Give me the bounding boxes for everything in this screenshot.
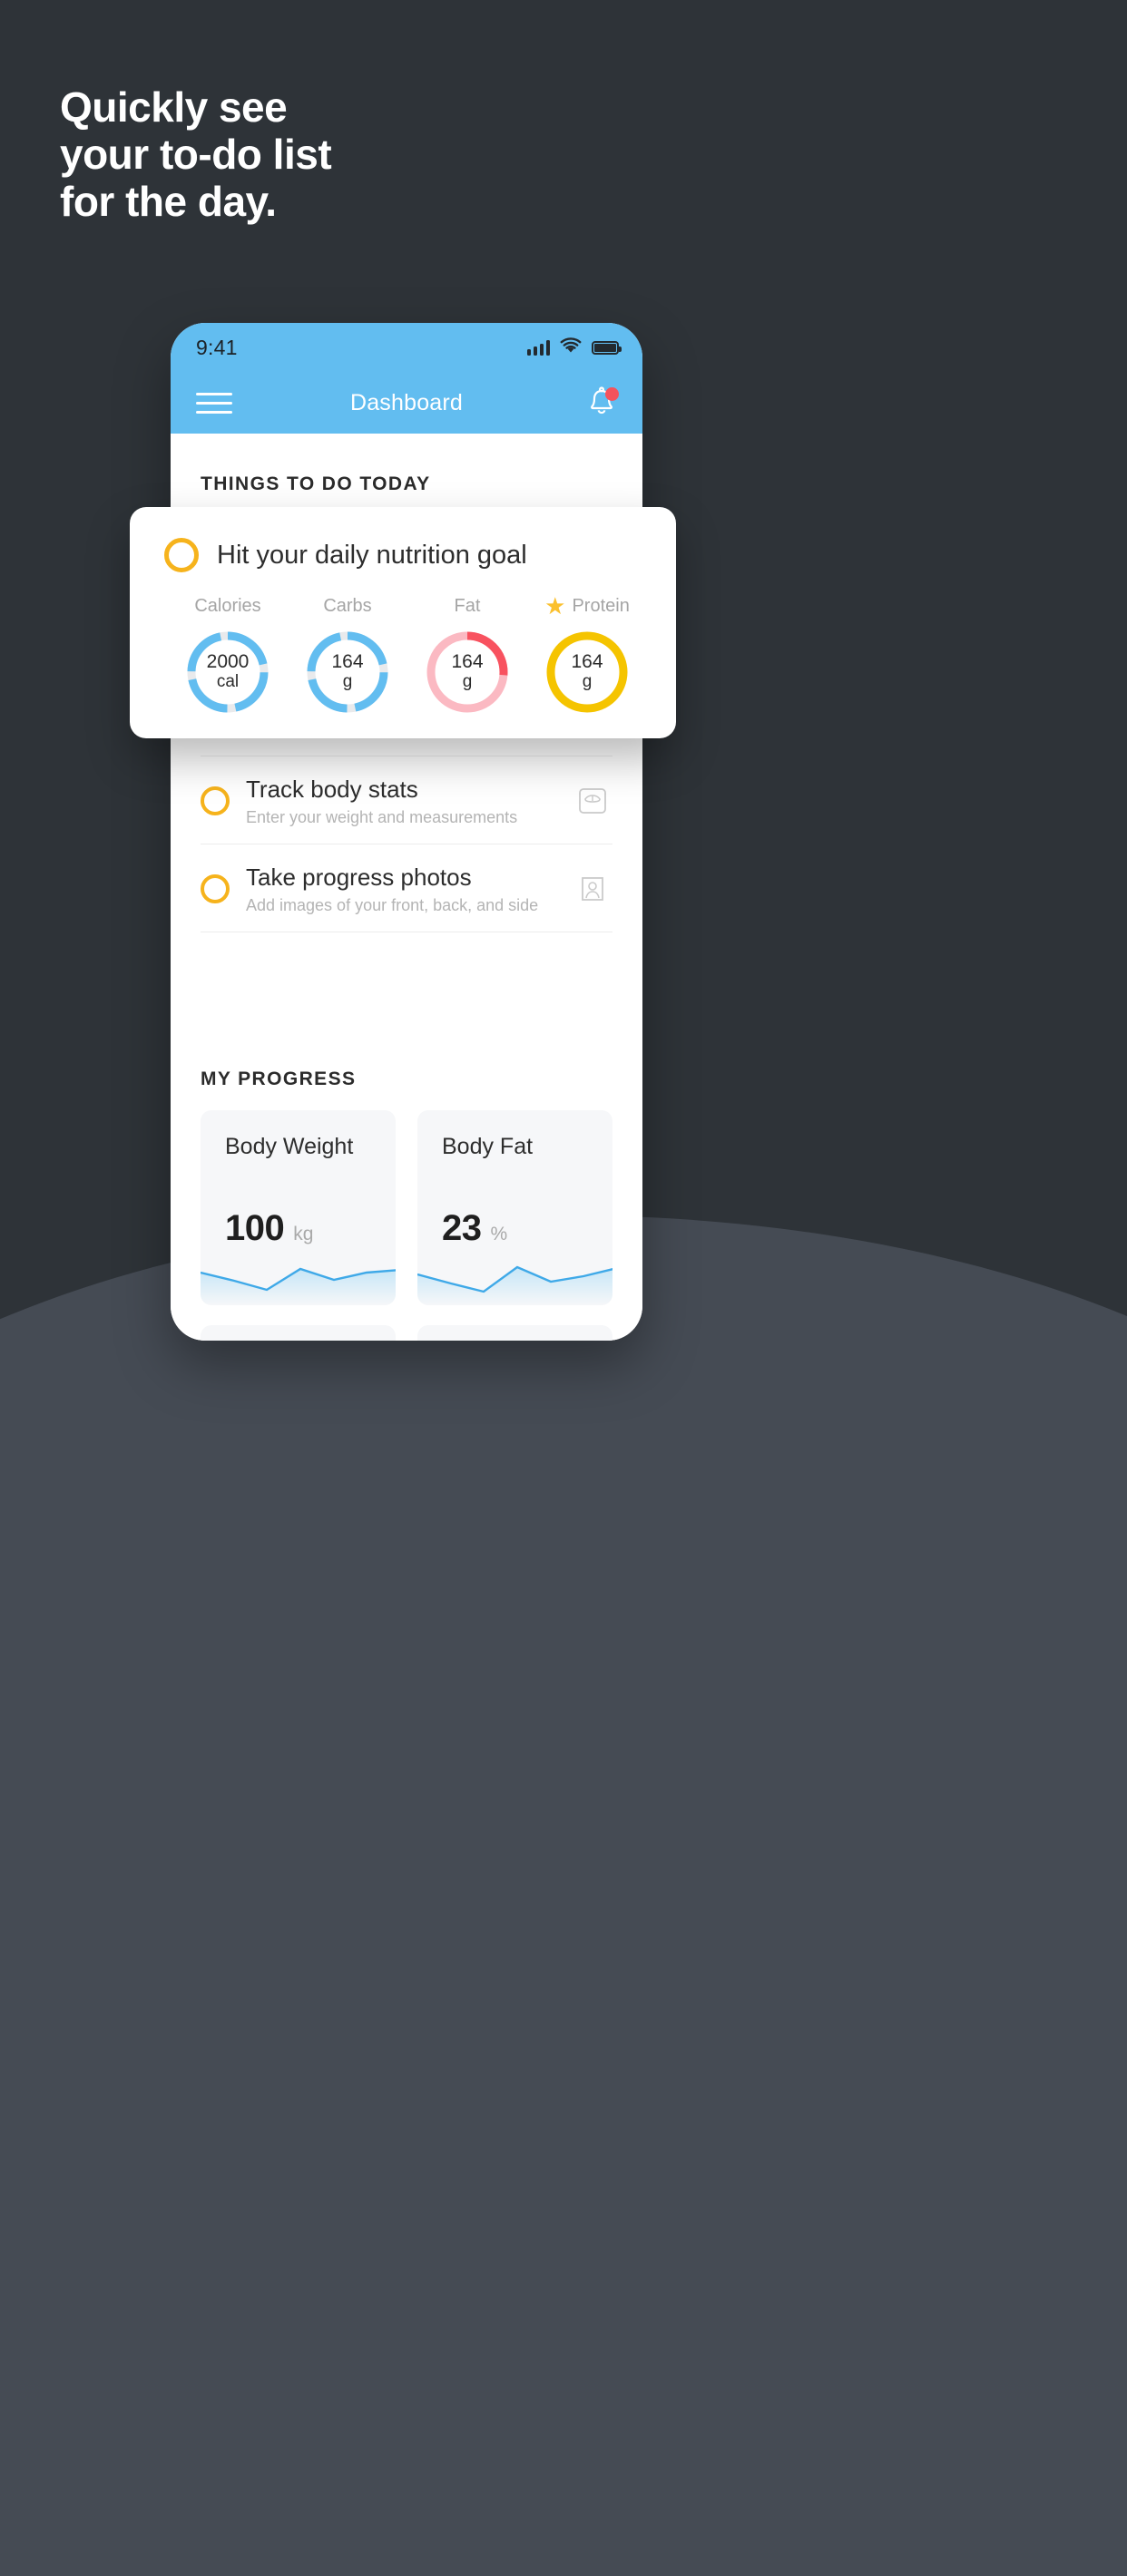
donut-carbs: 164 g [304, 629, 391, 716]
todo-item-body-stats[interactable]: Track body stats Enter your weight and m… [201, 756, 612, 844]
promo-headline: Quickly see your to-do list for the day. [60, 83, 332, 225]
macro-ring-group: Calories 2000 cal Carbs 164 g Fat 164 g … [164, 594, 647, 716]
macro-fat[interactable]: Fat 164 g [413, 594, 522, 716]
donut-calories: 2000 cal [184, 629, 271, 716]
progress-card-title: Body Fat [442, 1134, 534, 1159]
status-icons [527, 337, 622, 358]
nutrition-card-title: Hit your daily nutrition goal [217, 540, 527, 570]
progress-card-grid-row2 [171, 1325, 642, 1341]
macro-label: Protein [572, 595, 630, 616]
donut-label: 164 g [424, 629, 511, 716]
progress-card-partial-left[interactable] [201, 1325, 396, 1341]
status-bar: 9:41 [171, 323, 642, 372]
macro-unit: cal [216, 672, 240, 691]
background-swoosh [0, 1215, 1127, 2576]
battery-full-icon [592, 340, 622, 355]
progress-card-value-row: 23 % [442, 1208, 507, 1249]
progress-card-title: Body Weight [225, 1134, 354, 1159]
notification-bell-icon[interactable] [584, 385, 619, 421]
macro-value: 164 [571, 651, 603, 672]
macro-unit: g [582, 672, 593, 691]
progress-card-partial-right[interactable] [417, 1325, 612, 1341]
donut-label: 164 g [544, 629, 631, 716]
headline-line-1: Quickly see [60, 83, 288, 131]
macro-label: Fat [454, 595, 481, 616]
checkbox-ring-nutrition[interactable] [164, 538, 199, 572]
progress-card-body-weight[interactable]: Body Weight 100 kg [201, 1110, 396, 1305]
macro-value: 2000 [206, 651, 250, 672]
donut-protein: 164 g [544, 629, 631, 716]
todo-subtitle: Add images of your front, back, and side [246, 896, 539, 914]
progress-card-value-row: 100 kg [225, 1208, 313, 1249]
macro-label-protein: ★ Protein [533, 594, 642, 618]
page-title: Dashboard [349, 389, 464, 415]
macro-carbs[interactable]: Carbs 164 g [293, 594, 402, 716]
headline-line-3: for the day. [60, 178, 277, 225]
macro-unit: g [342, 672, 353, 691]
my-progress-heading: MY PROGRESS [201, 1068, 357, 1089]
donut-label: 164 g [304, 629, 391, 716]
donut-fat: 164 g [424, 629, 511, 716]
todo-title: Track body stats [246, 776, 418, 803]
nutrition-card-header: Hit your daily nutrition goal [164, 538, 647, 572]
nutrition-goal-card[interactable]: Hit your daily nutrition goal Calories 2… [130, 507, 676, 738]
status-time: 9:41 [196, 335, 238, 359]
headline-line-2: your to-do list [60, 131, 332, 178]
macro-calories[interactable]: Calories 2000 cal [173, 594, 282, 716]
sparkline-body-weight [201, 1267, 396, 1305]
macro-label: Calories [194, 595, 261, 616]
progress-card-value: 100 [225, 1208, 285, 1248]
progress-card-grid: Body Weight 100 kg Body Fat 23 % [171, 1110, 642, 1305]
progress-card-unit: kg [293, 1224, 314, 1244]
cellular-signal-icon [527, 339, 550, 356]
checkbox-ring-body-stats[interactable] [201, 786, 230, 815]
todo-subtitle: Enter your weight and measurements [246, 808, 518, 826]
wifi-icon [560, 337, 582, 358]
nav-bar: Dashboard [171, 372, 642, 434]
person-photo-icon [573, 869, 612, 909]
macro-label: Carbs [323, 595, 372, 616]
todo-text: Take progress photos Add images of your … [246, 863, 573, 915]
sparkline-body-fat [417, 1265, 612, 1305]
macro-unit: g [462, 672, 473, 691]
checkbox-ring-progress-photos[interactable] [201, 874, 230, 903]
progress-card-body-fat[interactable]: Body Fat 23 % [417, 1110, 612, 1305]
progress-card-value: 23 [442, 1208, 482, 1248]
star-icon: ★ [544, 592, 566, 620]
notification-badge [605, 387, 619, 401]
weight-scale-icon [573, 781, 612, 821]
todo-title: Take progress photos [246, 864, 472, 891]
macro-value: 164 [451, 651, 484, 672]
donut-label: 2000 cal [184, 629, 271, 716]
macro-protein[interactable]: ★ Protein 164 g [533, 594, 642, 716]
phone-mockup: 9:41 Dashboard THINGS TO DO TODAY Track … [171, 323, 642, 1341]
things-to-do-heading: THINGS TO DO TODAY [201, 473, 431, 494]
todo-text: Track body stats Enter your weight and m… [246, 775, 573, 827]
todo-item-progress-photos[interactable]: Take progress photos Add images of your … [201, 844, 612, 932]
macro-value: 164 [331, 651, 364, 672]
progress-card-unit: % [490, 1224, 508, 1244]
